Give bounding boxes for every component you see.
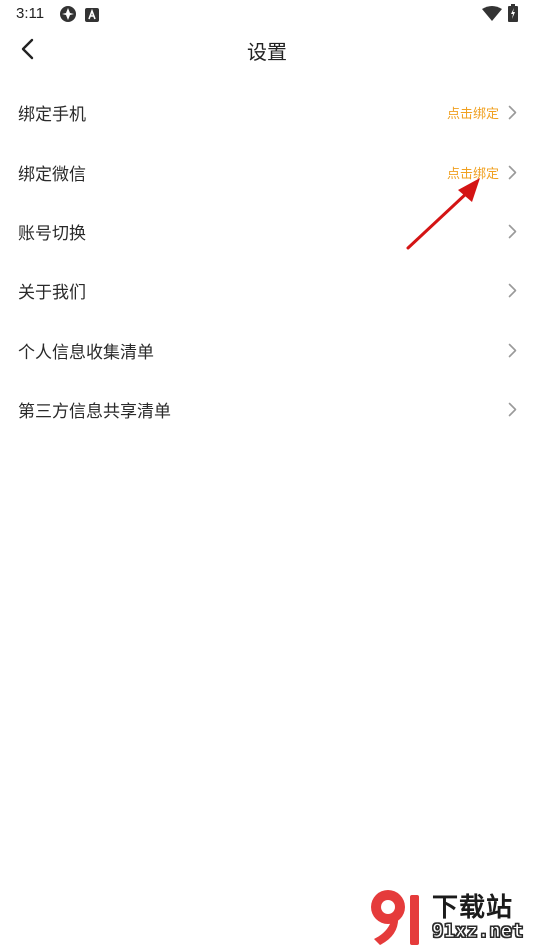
menu-item-about-us[interactable]: 关于我们 bbox=[0, 261, 534, 320]
menu-item-switch-account[interactable]: 账号切换 bbox=[0, 202, 534, 261]
watermark-logo-icon bbox=[371, 890, 419, 945]
chevron-right-icon bbox=[506, 104, 518, 122]
menu-item-bind-wechat[interactable]: 绑定微信 点击绑定 bbox=[0, 142, 534, 201]
menu-item-label: 账号切换 bbox=[18, 223, 86, 244]
a-badge-icon bbox=[85, 7, 99, 26]
menu-item-label: 绑定微信 bbox=[18, 164, 86, 185]
menu-item-label: 关于我们 bbox=[18, 283, 86, 304]
wifi-icon bbox=[482, 6, 502, 26]
watermark: 下载站 91xz.net bbox=[360, 885, 534, 950]
chevron-right-icon bbox=[506, 282, 518, 300]
status-time: 3:11 bbox=[16, 5, 45, 22]
menu-item-third-party-sharing-list[interactable]: 第三方信息共享清单 bbox=[0, 380, 534, 439]
menu-item-personal-info-list[interactable]: 个人信息收集清单 bbox=[0, 321, 534, 380]
chevron-right-icon bbox=[506, 341, 518, 359]
chevron-right-icon bbox=[506, 163, 518, 181]
settings-menu: 绑定手机 点击绑定 绑定微信 点击绑定 账号切换 关于我们 个人信息收集清单 第… bbox=[0, 83, 534, 439]
menu-item-bind-phone[interactable]: 绑定手机 点击绑定 bbox=[0, 83, 534, 142]
status-bar: 3:11 bbox=[0, 0, 534, 28]
watermark-top-text: 下载站 bbox=[432, 893, 514, 923]
bind-action-text[interactable]: 点击绑定 bbox=[447, 163, 499, 182]
menu-item-label: 第三方信息共享清单 bbox=[18, 402, 171, 423]
battery-charging-icon bbox=[508, 4, 518, 26]
menu-item-label: 个人信息收集清单 bbox=[18, 342, 154, 363]
page-title: 设置 bbox=[247, 40, 287, 64]
chevron-right-icon bbox=[506, 222, 518, 240]
chevron-right-icon bbox=[506, 401, 518, 419]
watermark-url-text: 91xz.net bbox=[432, 920, 525, 943]
header: 设置 bbox=[0, 28, 534, 74]
menu-item-label: 绑定手机 bbox=[18, 105, 86, 126]
app-notification-icon bbox=[59, 5, 77, 27]
bind-action-text[interactable]: 点击绑定 bbox=[447, 103, 499, 122]
